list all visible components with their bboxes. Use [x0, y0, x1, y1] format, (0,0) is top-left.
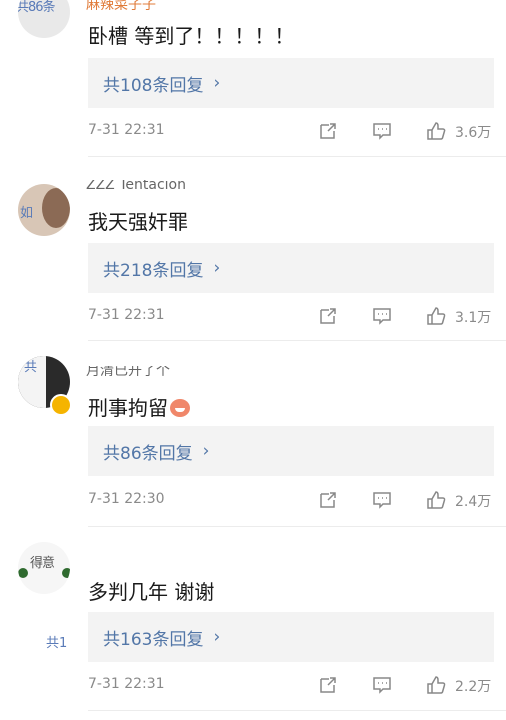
- timestamp: 7-31 22:30: [88, 491, 165, 507]
- comment-icon[interactable]: [370, 673, 394, 697]
- like-icon[interactable]: [424, 304, 448, 328]
- avatar-text: 共86条: [18, 0, 56, 15]
- like-count: 2.4万: [455, 494, 492, 510]
- divider: [88, 156, 506, 157]
- timestamp: 7-31 22:31: [88, 307, 165, 323]
- comment-meta: 7-31 22:30 2.4万: [0, 488, 506, 514]
- verified-badge-icon: [50, 394, 72, 416]
- share-icon[interactable]: [316, 673, 340, 697]
- avatar-text: 得意: [30, 556, 55, 571]
- replies-count: 共218条回复: [103, 260, 204, 281]
- comment-text: 刑事拘留: [88, 392, 190, 421]
- chevron-right-icon: ›: [213, 73, 221, 93]
- avatar[interactable]: 得意: [18, 542, 70, 594]
- comment-item: 得意 多判几年 谢谢 共1 共163条回复 › 7-31 22:31 2.2万: [0, 540, 506, 720]
- replies-link[interactable]: 共218条回复 ›: [88, 243, 494, 293]
- comment-item: 共86条 麻辣菜子子 卧槽 等到了！！！！！ 共108条回复 › 7-31 22…: [0, 0, 506, 150]
- comment-text: 卧槽 等到了！！！！！: [88, 24, 295, 48]
- emoji-icon: [170, 399, 190, 417]
- comment-item: 如 ZZZ Tentacion 我天强奸罪 共218条回复 › 7-31 22:…: [0, 176, 506, 336]
- share-icon[interactable]: [316, 119, 340, 143]
- share-icon[interactable]: [316, 304, 340, 328]
- replies-count: 共108条回复: [103, 75, 204, 96]
- like-count: 3.6万: [455, 125, 492, 141]
- timestamp: 7-31 22:31: [88, 676, 165, 692]
- replies-link[interactable]: 共163条回复 ›: [88, 612, 494, 662]
- chevron-right-icon: ›: [202, 441, 210, 461]
- avatar-shape: [62, 568, 70, 578]
- comment-text-content: 刑事拘留: [88, 396, 168, 420]
- comment-text: 多判几年 谢谢: [88, 580, 215, 604]
- divider: [88, 710, 506, 711]
- like-count: 3.1万: [455, 310, 492, 326]
- timestamp: 7-31 22:31: [88, 122, 165, 138]
- replies-link[interactable]: 共86条回复 ›: [88, 426, 494, 476]
- like-icon[interactable]: [424, 119, 448, 143]
- replies-link[interactable]: 共108条回复 ›: [88, 58, 494, 108]
- comment-meta: 7-31 22:31 3.6万: [0, 119, 506, 145]
- chevron-right-icon: ›: [213, 258, 221, 278]
- divider: [88, 526, 506, 527]
- username[interactable]: 麻辣菜子子: [86, 0, 156, 10]
- username[interactable]: ZZZ Tentacion: [86, 180, 186, 190]
- comment-icon[interactable]: [370, 304, 394, 328]
- share-icon[interactable]: [316, 488, 340, 512]
- comment-meta: 7-31 22:31 2.2万: [0, 673, 506, 699]
- like-count: 2.2万: [455, 679, 492, 695]
- replies-count: 共86条回复: [103, 443, 193, 464]
- username[interactable]: 月清已开了个: [86, 366, 170, 376]
- comment-item: 共 月清已开了个 刑事拘留 共86条回复 › 7-31 22:30 2.4万: [0, 356, 506, 526]
- avatar-text: 如: [20, 206, 33, 221]
- comment-icon[interactable]: [370, 119, 394, 143]
- avatar[interactable]: 共86条: [18, 0, 70, 38]
- like-icon[interactable]: [424, 673, 448, 697]
- divider: [88, 340, 506, 341]
- comment-icon[interactable]: [370, 488, 394, 512]
- avatar[interactable]: 如: [18, 184, 70, 236]
- replies-count: 共163条回复: [103, 629, 204, 650]
- comment-meta: 7-31 22:31 3.1万: [0, 304, 506, 330]
- avatar-shape: [42, 188, 70, 228]
- comment-text: 我天强奸罪: [88, 210, 188, 234]
- stray-text: 共1: [46, 636, 68, 651]
- chevron-right-icon: ›: [213, 627, 221, 647]
- avatar-text: 共: [24, 360, 37, 375]
- like-icon[interactable]: [424, 488, 448, 512]
- avatar-shape: [18, 568, 28, 578]
